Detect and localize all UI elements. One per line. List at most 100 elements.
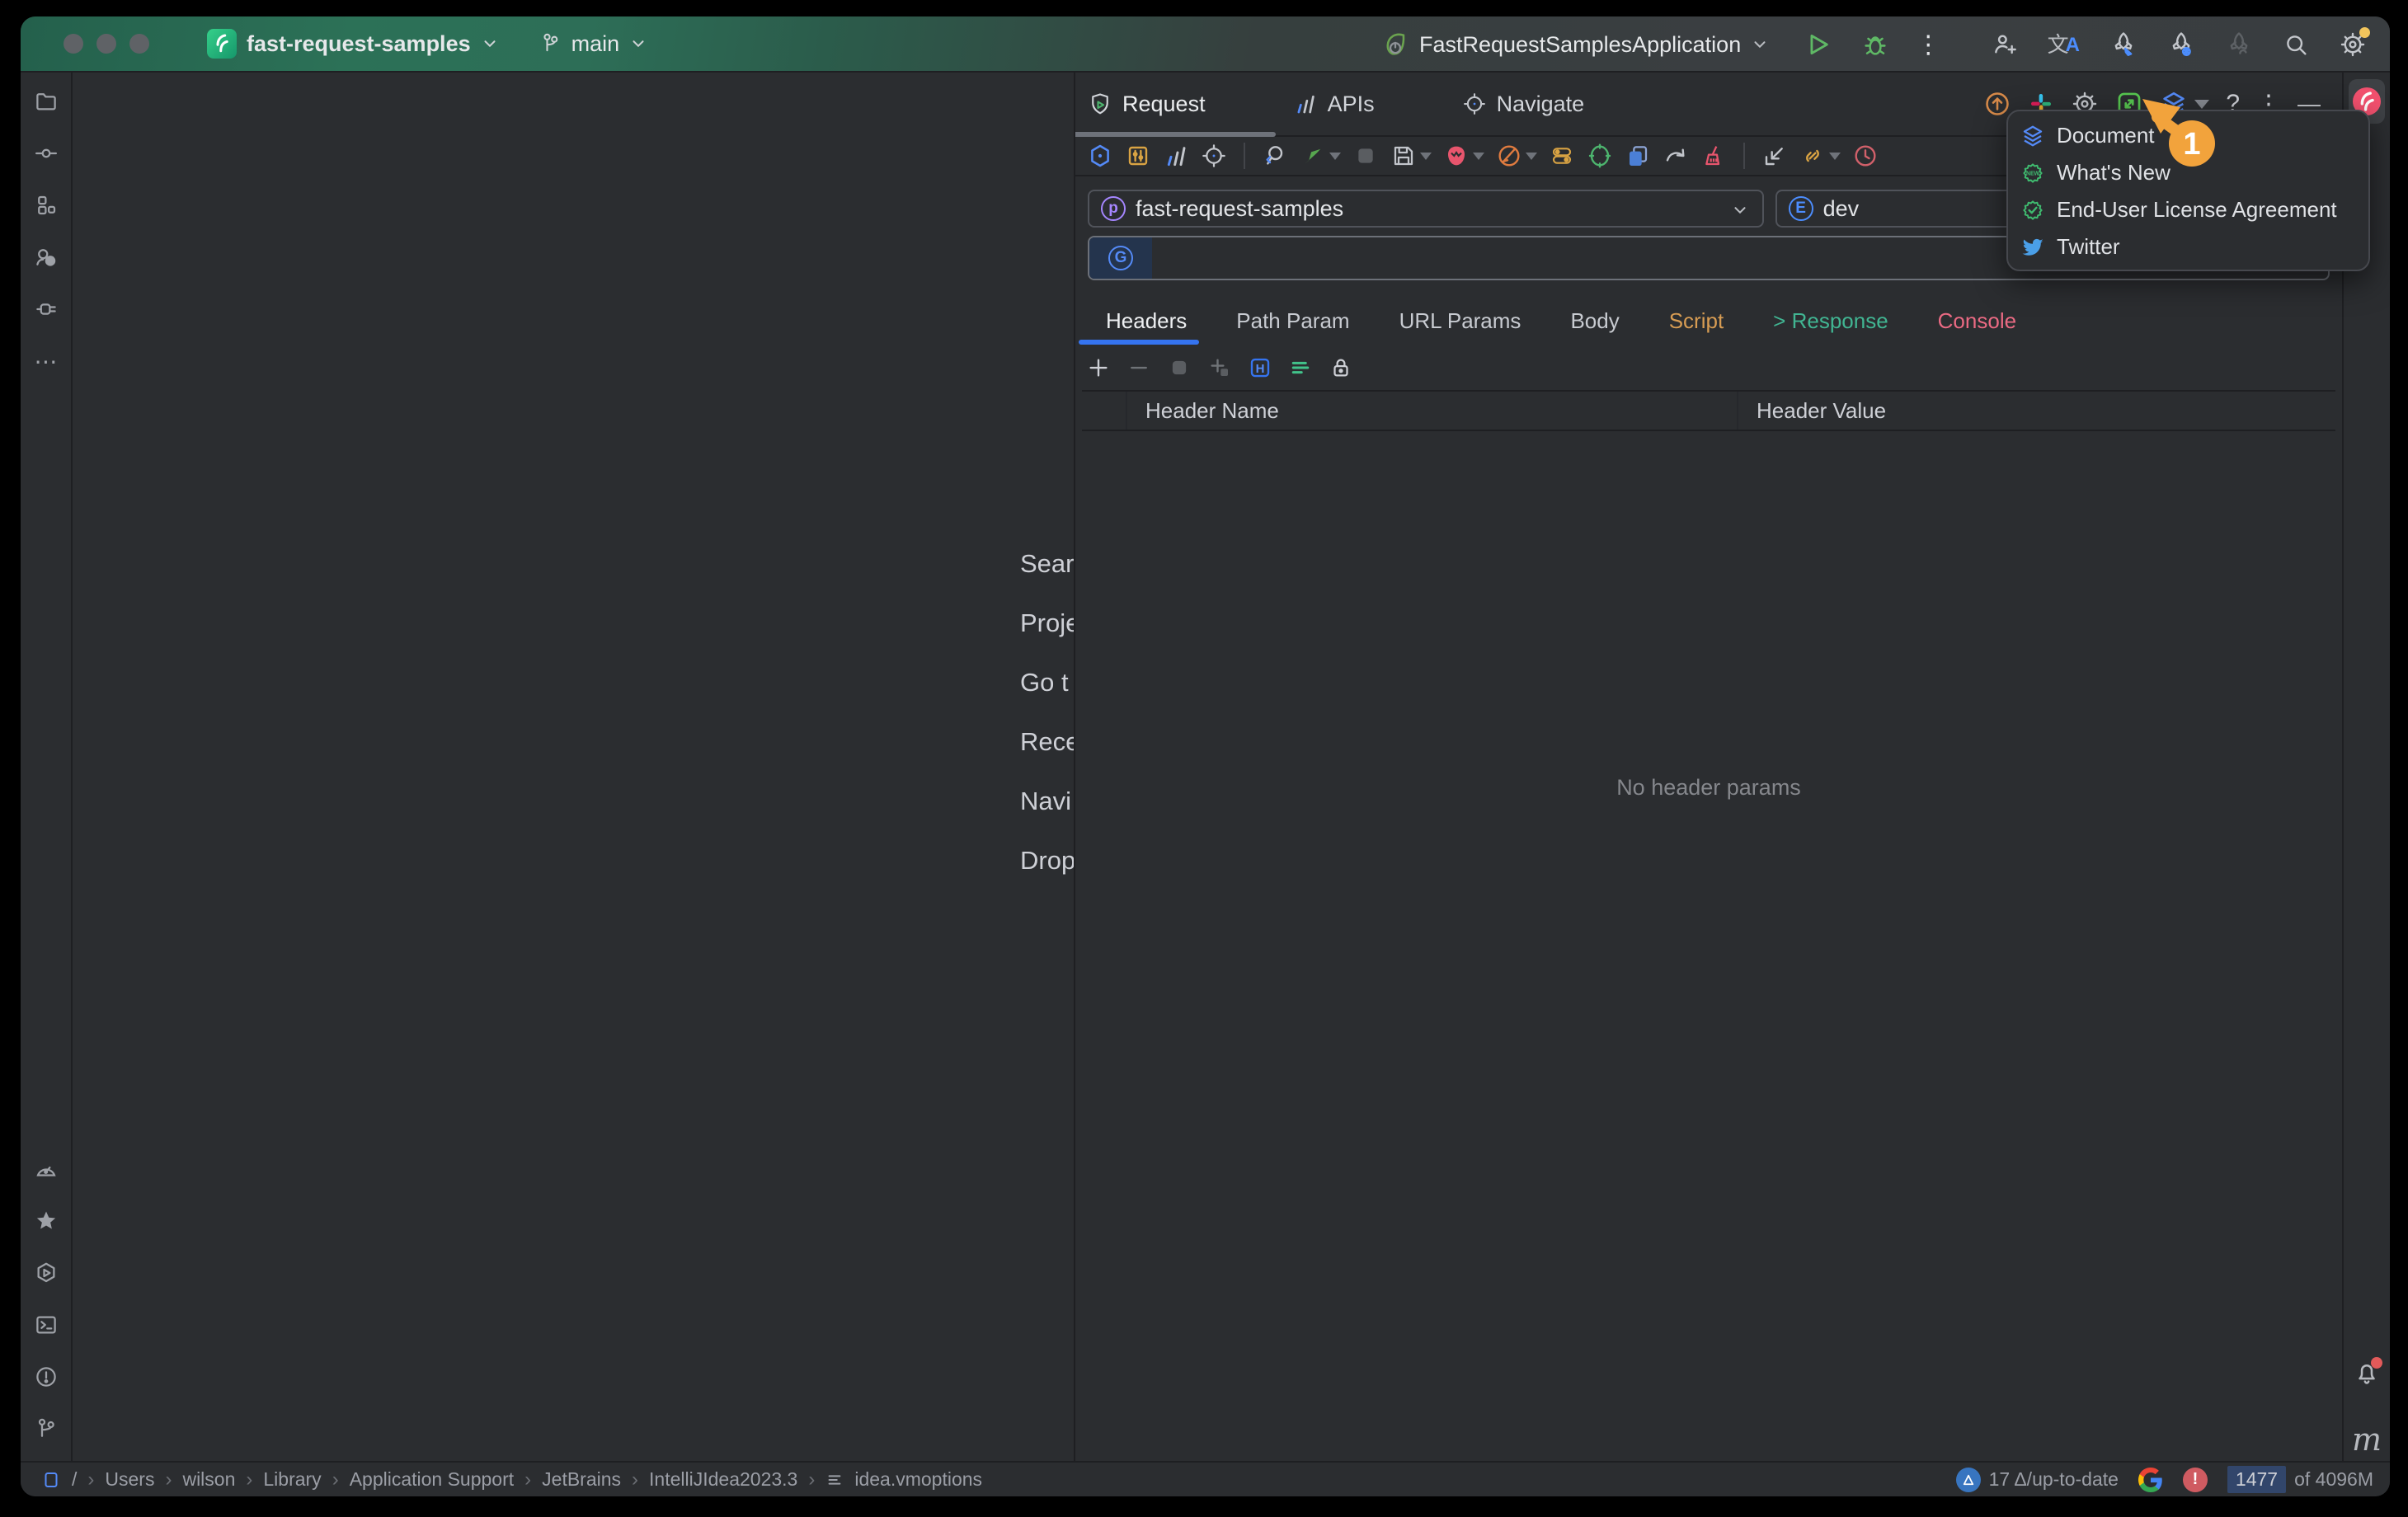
link-button[interactable] — [1799, 143, 1841, 169]
bookmarks-tool-button[interactable] — [33, 1208, 59, 1234]
annotation-badge-number: 1 — [2183, 127, 2200, 162]
terminal-tool-button[interactable] — [33, 1312, 59, 1338]
api-doc-pen-button[interactable] — [1496, 143, 1537, 169]
notifications-button[interactable] — [2353, 1359, 2381, 1387]
minimize-button[interactable] — [96, 34, 116, 54]
table-column-header-name[interactable]: Header Name — [1127, 392, 1738, 430]
plugin-tool-button[interactable] — [33, 296, 59, 322]
chevron-down-icon — [629, 35, 647, 53]
file-icon — [41, 1470, 61, 1490]
tab-body[interactable]: Body — [1570, 308, 1619, 334]
chevron-down-icon — [1829, 153, 1841, 160]
search-everywhere-button[interactable] — [2283, 31, 2309, 58]
toggle-switches-button[interactable] — [1549, 143, 1575, 169]
run-button[interactable] — [1804, 31, 1832, 59]
copy-button[interactable] — [1625, 143, 1651, 169]
tab-script[interactable]: Script — [1669, 308, 1724, 334]
search-code-button[interactable] — [1262, 143, 1288, 169]
services-tool-button[interactable] — [33, 1260, 59, 1286]
swagger-export-button[interactable] — [1443, 143, 1484, 169]
redo-curve-button[interactable] — [1663, 143, 1689, 169]
clear-headers-button[interactable] — [1167, 355, 1192, 380]
problems-tool-button[interactable] — [33, 1364, 59, 1390]
project-widget[interactable]: fast-request-samples — [207, 29, 499, 59]
profiler-tool-button[interactable] — [33, 1156, 59, 1182]
memory-indicator[interactable]: 1477 of 4096M — [2227, 1466, 2373, 1493]
maven-tool-button[interactable]: m — [2344, 1421, 2390, 1458]
tab-response[interactable]: > Response — [1773, 308, 1888, 334]
editor-shortcut-line: Drop — [1020, 846, 1075, 876]
add-child-button[interactable] — [1207, 355, 1232, 380]
send-request-button[interactable] — [1300, 143, 1341, 169]
branch-widget[interactable]: main — [539, 31, 648, 57]
add-header-button[interactable] — [1086, 355, 1111, 380]
remove-header-button[interactable] — [1126, 355, 1151, 380]
breadcrumb-item[interactable]: Library — [263, 1468, 321, 1491]
active-request-tab-underline — [1079, 340, 1199, 345]
tab-console[interactable]: Console — [1938, 308, 2016, 334]
menu-item-label: End-User License Agreement — [2057, 197, 2337, 223]
navigate-button[interactable] — [1201, 143, 1227, 169]
tab-navigate-label: Navigate — [1497, 92, 1585, 117]
translate-button[interactable]: 文A — [2048, 34, 2080, 55]
tab-headers[interactable]: Headers — [1106, 308, 1187, 334]
stop-button[interactable] — [1352, 143, 1379, 169]
add-user-button[interactable] — [1992, 31, 2018, 58]
breadcrumb-item[interactable]: Users — [105, 1468, 154, 1491]
method-badge[interactable]: G — [1089, 237, 1152, 279]
apis-list-button[interactable] — [1163, 143, 1189, 169]
more-tools-button[interactable]: ⋯ — [33, 348, 59, 374]
breadcrumb-item[interactable]: wilson — [182, 1468, 235, 1491]
tab-request[interactable]: Request — [1088, 92, 1206, 117]
chevron-down-icon — [1731, 201, 1749, 219]
settings-button[interactable] — [2339, 31, 2367, 59]
tab-path-param[interactable]: Path Param — [1236, 308, 1349, 334]
project-select[interactable]: p fast-request-samples — [1088, 190, 1764, 228]
commit-tool-button[interactable] — [33, 140, 59, 167]
translate-latin-glyph: A — [2066, 35, 2080, 55]
rocket-debug-button[interactable] — [2167, 31, 2195, 59]
run-config-widget[interactable]: FastRequestSamplesApplication — [1381, 31, 1769, 59]
import-button[interactable] — [1761, 143, 1788, 169]
debug-button[interactable] — [1861, 31, 1889, 59]
google-icon[interactable] — [2138, 1468, 2163, 1492]
menu-item-eula[interactable]: End-User License Agreement — [2008, 191, 2368, 228]
vcs-status-widget[interactable]: 17 Δ/up-to-date — [1956, 1468, 2119, 1492]
history-button[interactable] — [1852, 143, 1879, 169]
breadcrumb-separator: › — [808, 1468, 815, 1491]
tab-navigate[interactable]: Navigate — [1462, 92, 1585, 117]
breadcrumb-item[interactable]: JetBrains — [542, 1468, 621, 1491]
editor-shortcut-line: Proje — [1020, 608, 1079, 638]
headers-table-header: Header Name Header Value — [1082, 390, 2335, 431]
learn-tool-button[interactable]: ? — [33, 244, 59, 270]
rocket-cloud-button[interactable] — [2225, 31, 2253, 59]
tab-url-params[interactable]: URL Params — [1399, 308, 1521, 334]
save-button[interactable] — [1390, 143, 1432, 169]
header-type-button[interactable]: H — [1248, 355, 1272, 380]
table-column-header-value[interactable]: Header Value — [1738, 392, 2335, 430]
align-lines-icon[interactable] — [1288, 355, 1313, 380]
close-button[interactable] — [63, 34, 83, 54]
scan-target-button[interactable] — [1587, 143, 1613, 169]
clean-broom-button[interactable] — [1700, 143, 1727, 169]
breadcrumb-separator: › — [246, 1468, 252, 1491]
run-more-kebab-button[interactable]: ⋮ — [1916, 31, 1940, 59]
breadcrumb-item[interactable]: IntelliJIdea2023.3 — [649, 1468, 797, 1491]
upgrade-button[interactable] — [1983, 90, 2011, 118]
settings-sliders-button[interactable] — [1125, 143, 1151, 169]
zoom-button[interactable] — [129, 34, 149, 54]
tab-apis[interactable]: APIs — [1293, 92, 1375, 117]
project-tool-button[interactable] — [33, 88, 59, 115]
toolbar-separator — [1743, 143, 1745, 169]
breadcrumb-item[interactable]: / — [72, 1468, 77, 1491]
lock-button[interactable] — [1329, 355, 1353, 380]
structure-tool-button[interactable] — [33, 192, 59, 218]
breadcrumb-item[interactable]: idea.vmoptions — [854, 1468, 982, 1491]
project-config-button[interactable] — [1087, 143, 1113, 169]
error-indicator[interactable]: ! — [2183, 1468, 2208, 1492]
breadcrumb-item[interactable]: Application Support — [350, 1468, 514, 1491]
env-badge-icon: E — [1789, 196, 1813, 221]
git-tool-button[interactable] — [33, 1416, 59, 1442]
rocket-run-button[interactable] — [2109, 31, 2138, 59]
menu-item-twitter[interactable]: Twitter — [2008, 228, 2368, 265]
